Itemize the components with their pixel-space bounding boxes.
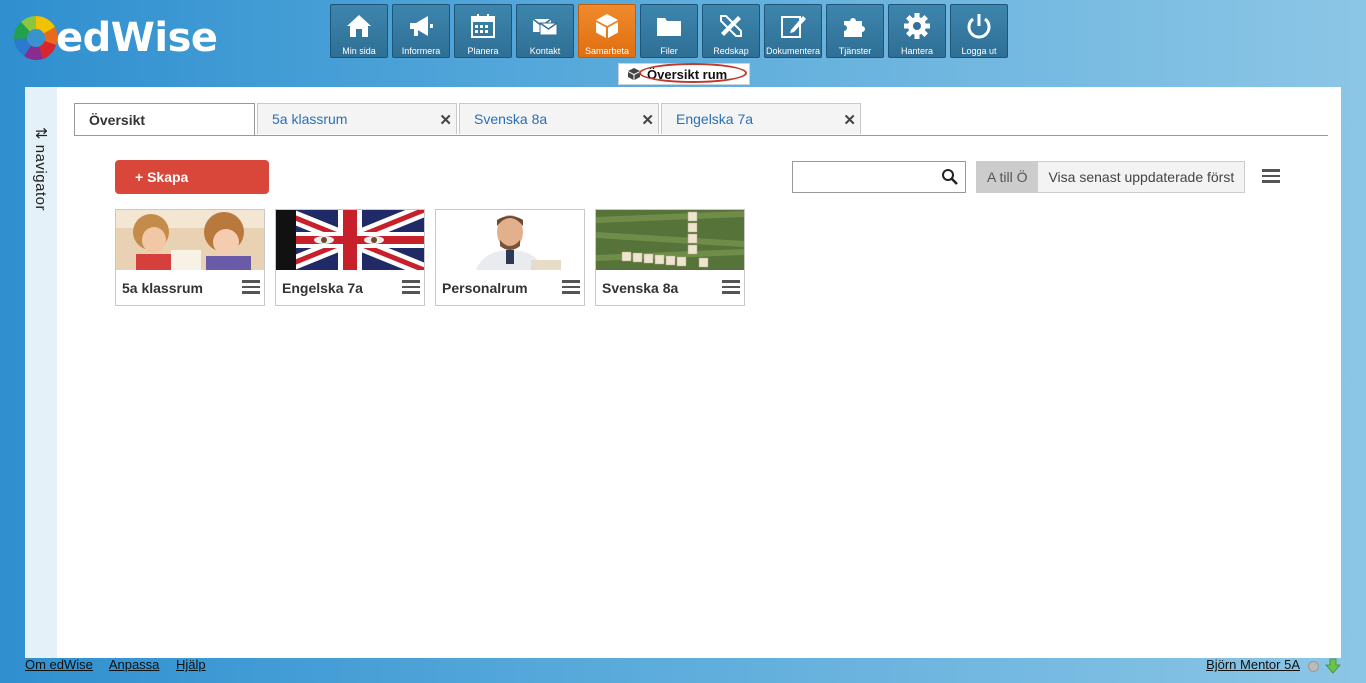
om-edwise-link[interactable]: Om edWise <box>25 657 93 672</box>
mail-icon <box>532 18 558 36</box>
room-card[interactable]: Engelska 7a <box>275 209 425 306</box>
sort-az-button[interactable]: A till Ö <box>976 161 1039 193</box>
power-icon <box>967 14 991 39</box>
sort-recent-button[interactable]: Visa senast uppdaterade först <box>1038 161 1246 193</box>
filer-button[interactable]: Filer <box>640 4 698 58</box>
logga-ut-button[interactable]: Logga ut <box>950 4 1008 58</box>
room-title: Engelska 7a <box>282 280 363 296</box>
card-menu-icon[interactable] <box>562 280 580 294</box>
main-toolbar: Min sida Informera Planera Kontakt Samar… <box>330 4 1008 58</box>
user-link[interactable]: Björn Mentor 5A <box>1206 657 1300 672</box>
informera-button[interactable]: Informera <box>392 4 450 58</box>
navigator-rail[interactable]: ⇅ navigator <box>25 87 58 658</box>
kontakt-button[interactable]: Kontakt <box>516 4 574 58</box>
status-dot-icon <box>1308 661 1319 672</box>
search-icon[interactable] <box>941 168 959 186</box>
close-icon[interactable]: ✕ <box>641 111 654 129</box>
room-cards: 5a klassrum Engelska 7a Personalrum Sven… <box>115 209 745 306</box>
view-menu-icon[interactable] <box>1262 169 1280 183</box>
room-title: 5a klassrum <box>122 280 203 296</box>
puzzle-icon <box>844 18 865 37</box>
download-arrow-icon[interactable] <box>1325 658 1341 674</box>
dokumentera-button[interactable]: Dokumentera <box>764 4 822 58</box>
children-photo <box>116 210 264 270</box>
tjanster-button[interactable]: Tjänster <box>826 4 884 58</box>
room-card[interactable]: Personalrum <box>435 209 585 306</box>
gear-icon <box>904 13 930 39</box>
anpassa-link[interactable]: Anpassa <box>109 657 160 672</box>
logo-text: edWise <box>56 15 218 61</box>
tab-svenska-8a[interactable]: Svenska 8a ✕ <box>459 103 659 134</box>
redskap-button[interactable]: Redskap <box>702 4 760 58</box>
footer: Om edWise Anpassa Hjälp Björn Mentor 5A <box>25 657 1341 677</box>
tab-oversikt[interactable]: Översikt <box>74 103 255 135</box>
tab-5a-klassrum[interactable]: 5a klassrum ✕ <box>257 103 457 134</box>
close-icon[interactable]: ✕ <box>843 111 856 129</box>
tools-icon <box>720 15 742 37</box>
letter-tiles-photo <box>596 210 744 270</box>
room-title: Personalrum <box>442 280 528 296</box>
edit-icon <box>781 16 806 38</box>
room-card[interactable]: 5a klassrum <box>115 209 265 306</box>
tab-engelska-7a[interactable]: Engelska 7a ✕ <box>661 103 861 134</box>
create-button[interactable]: + Skapa <box>115 160 269 194</box>
navigator-toggle-icon: ⇅ <box>32 127 49 141</box>
man-photo <box>436 210 584 270</box>
navigator-label[interactable]: ⇅ navigator <box>31 127 49 211</box>
room-title: Svenska 8a <box>602 280 679 296</box>
tab-bar: Översikt 5a klassrum ✕ Svenska 8a ✕ Enge… <box>74 103 1328 136</box>
search-box <box>792 161 966 193</box>
oversikt-rum-tab[interactable]: Översikt rum <box>618 63 750 85</box>
union-jack-face-photo <box>276 210 424 270</box>
sort-toggle: A till Ö Visa senast uppdaterade först <box>976 161 1246 193</box>
card-menu-icon[interactable] <box>722 280 740 294</box>
close-icon[interactable]: ✕ <box>439 111 452 129</box>
card-menu-icon[interactable] <box>402 280 420 294</box>
min-sida-button[interactable]: Min sida <box>330 4 388 58</box>
hjalp-link[interactable]: Hjälp <box>176 657 206 672</box>
content-panel: Översikt 5a klassrum ✕ Svenska 8a ✕ Enge… <box>57 87 1341 658</box>
cube-icon <box>596 14 618 38</box>
folder-icon <box>657 18 681 36</box>
planera-button[interactable]: Planera <box>454 4 512 58</box>
megaphone-icon <box>410 16 433 36</box>
hantera-button[interactable]: Hantera <box>888 4 946 58</box>
samarbeta-button[interactable]: Samarbeta <box>578 4 636 58</box>
logo-wheel-icon <box>13 16 58 60</box>
highlight-ring <box>639 63 747 83</box>
calendar-icon <box>471 14 495 38</box>
card-menu-icon[interactable] <box>242 280 260 294</box>
edwise-logo[interactable]: edWise <box>10 10 218 66</box>
search-input[interactable] <box>797 162 941 192</box>
room-card[interactable]: Svenska 8a <box>595 209 745 306</box>
home-icon <box>347 15 371 37</box>
